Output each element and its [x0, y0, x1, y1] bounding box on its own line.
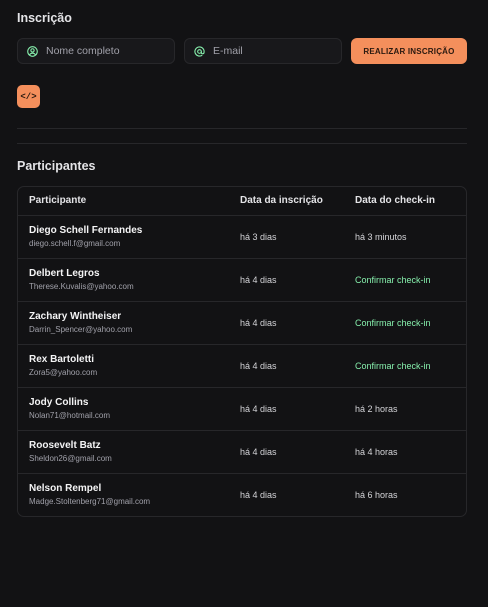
participant-name: Delbert Legros [29, 268, 100, 279]
confirm-checkin-button[interactable]: Confirmar check-in [355, 361, 431, 371]
participant-email: Therese.Kuvalis@yahoo.com [29, 282, 134, 291]
table-row: Jody Collins Nolan71@hotmail.com há 4 dias… [18, 387, 466, 430]
participant-name: Diego Schell Fernandes [29, 225, 143, 236]
table-row: Rex Bartoletti Zora5@yahoo.com há 4 dias Co… [18, 344, 466, 387]
participant-email: Darrin_Spencer@yahoo.com [29, 325, 133, 334]
participants-title: Participantes [17, 159, 96, 173]
table-row: Nelson Rempel Madge.Stoltenberg71@gmail.c… [18, 473, 466, 516]
user-circle-icon [27, 45, 38, 57]
participant-name: Roosevelt Batz [29, 440, 101, 451]
participant-name: Nelson Rempel [29, 483, 102, 495]
divider [17, 143, 467, 144]
code-icon[interactable]: </> [17, 85, 40, 108]
column-header-participant: Participante [18, 187, 229, 216]
registration-date: há 4 dias [240, 317, 277, 328]
participant-email: diego.schell.f@gmail.com [29, 239, 121, 248]
page: Inscrição REALIZAR INSCRIÇÃO </> [0, 0, 488, 607]
registration-form: REALIZAR INSCRIÇÃO [17, 38, 467, 64]
registration-date: há 4 dias [240, 489, 277, 500]
at-sign-icon [194, 45, 205, 57]
table-row: Zachary Wintheiser Darrin_Spencer@yahoo.c… [18, 301, 466, 344]
checkin-date: há 3 minutos [355, 231, 407, 242]
table-row: Roosevelt Batz Sheldon26@gmail.com há 4 di… [18, 430, 466, 473]
table-row: Diego Schell Fernandes diego.schell.f@gma… [18, 215, 466, 258]
email-field[interactable] [184, 38, 348, 64]
name-input[interactable] [46, 45, 181, 57]
checkin-date: há 4 horas [355, 446, 398, 457]
table-header-row: Participante Data da inscrição Data do c… [18, 187, 466, 216]
checkin-cell: Confirmar check-in [344, 258, 466, 301]
registration-date: há 3 dias [240, 231, 277, 242]
participant-cell: Diego Schell Fernandes diego.schell.f@gma… [18, 215, 229, 258]
participant-email: Sheldon26@gmail.com [29, 454, 112, 463]
name-field[interactable] [17, 38, 181, 64]
participant-name: Zachary Wintheiser [29, 311, 122, 322]
submit-registration-button[interactable]: REALIZAR INSCRIÇÃO [351, 38, 467, 64]
participant-email: Zora5@yahoo.com [29, 368, 98, 377]
participant-name: Jody Collins [29, 397, 89, 408]
column-header-checkin-date: Data do check-in [344, 187, 466, 216]
registration-date: há 4 dias [240, 446, 277, 457]
email-input[interactable] [213, 45, 348, 57]
registration-date: há 4 dias [240, 274, 277, 285]
registration-date: há 4 dias [240, 403, 277, 414]
registration-title: Inscrição [17, 11, 72, 25]
checkin-date: há 2 horas [355, 403, 398, 414]
participant-cell: Zachary Wintheiser Darrin_Spencer@yahoo.c… [18, 301, 229, 344]
participant-cell: Delbert Legros Therese.Kuvalis@yahoo.com [18, 258, 229, 301]
checkin-cell: Confirmar check-in [344, 344, 466, 387]
participant-email: Madge.Stoltenberg71@gmail.com [29, 497, 151, 507]
participant-email: Nolan71@hotmail.com [29, 411, 111, 420]
participant-cell: Jody Collins Nolan71@hotmail.com [18, 387, 229, 430]
participant-name: Rex Bartoletti [29, 354, 95, 365]
table-row: Delbert Legros Therese.Kuvalis@yahoo.com h… [18, 258, 466, 301]
column-header-registration-date: Data da inscrição [229, 187, 344, 216]
participants-table: Participante Data da inscrição Data do c… [17, 186, 467, 517]
checkin-cell: Confirmar check-in [344, 301, 466, 344]
participant-cell: Nelson Rempel Madge.Stoltenberg71@gmail.c… [18, 473, 229, 516]
confirm-checkin-button[interactable]: Confirmar check-in [355, 318, 431, 328]
participant-cell: Roosevelt Batz Sheldon26@gmail.com [18, 430, 229, 473]
confirm-checkin-button[interactable]: Confirmar check-in [355, 275, 431, 285]
divider [17, 128, 467, 129]
checkin-date: há 6 horas [355, 489, 398, 500]
participant-cell: Rex Bartoletti Zora5@yahoo.com [18, 344, 229, 387]
registration-date: há 4 dias [240, 360, 277, 371]
